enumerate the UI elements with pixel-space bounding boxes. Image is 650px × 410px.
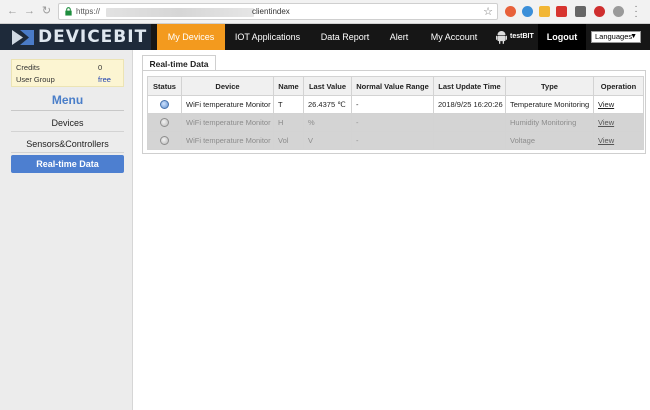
forward-arrow-icon[interactable]: →	[23, 5, 36, 18]
menu-divider	[11, 110, 124, 111]
offline-status-icon	[160, 136, 169, 146]
type-cell: Temperature Monitoring	[505, 95, 594, 114]
column-header: Device	[181, 76, 274, 96]
range-cell: -	[351, 131, 434, 150]
username-label[interactable]: testBIT	[510, 24, 534, 50]
tab-my-account[interactable]: My Account	[425, 24, 483, 50]
bookmark-star-icon[interactable]: ☆	[483, 5, 493, 18]
column-header: Last Value	[303, 76, 352, 96]
credits-row: Credits 0	[16, 63, 120, 72]
column-header: Type	[505, 76, 594, 96]
user-group-value[interactable]: free	[98, 75, 111, 84]
realtime-data-table: Status Device Name Last Value Normal Val…	[147, 76, 644, 150]
view-link[interactable]: View	[598, 100, 614, 109]
language-select[interactable]: Languages ▼	[591, 31, 641, 43]
extension-icon[interactable]	[522, 6, 533, 17]
operation-cell: View	[593, 113, 644, 132]
logo-text: DEVICEBIT	[38, 27, 148, 47]
logo[interactable]: DEVICEBIT	[0, 24, 151, 50]
status-cell	[147, 131, 182, 150]
device-cell: WiFi temperature Monitor	[181, 95, 274, 114]
type-cell: Voltage	[505, 131, 594, 150]
table-row: WiFi temperature Monitor Vol V - Voltage…	[147, 131, 644, 150]
user-group-label: User Group	[16, 75, 55, 84]
credits-value: 0	[98, 63, 103, 72]
app-header: DEVICEBIT My Devices IOT Applications Da…	[0, 24, 650, 50]
view-link[interactable]: View	[598, 118, 614, 127]
device-cell: WiFi temperature Monitor	[181, 113, 274, 132]
back-arrow-icon[interactable]: ←	[6, 5, 19, 18]
name-cell: Vol	[273, 131, 304, 150]
panel-title: Real-time Data	[142, 55, 216, 71]
last-value-cell: 26.4375 ℃	[303, 95, 352, 114]
range-cell: -	[351, 95, 434, 114]
sidebar-item-devices[interactable]: Devices	[11, 114, 124, 132]
table-row: WiFi temperature Monitor H % - Humidity …	[147, 113, 644, 132]
type-cell: Humidity Monitoring	[505, 113, 594, 132]
address-bar[interactable]: https:// clientindex ☆	[58, 3, 498, 20]
extension-icon[interactable]	[556, 6, 567, 17]
sidebar: Credits 0 User Group free Menu Devices S…	[0, 50, 133, 410]
table-header-row: Status Device Name Last Value Normal Val…	[147, 76, 644, 96]
credits-label: Credits	[16, 63, 40, 72]
logout-button[interactable]: Logout	[538, 24, 586, 50]
last-value-cell: %	[303, 113, 352, 132]
browser-toolbar: ← → ↻ https:// clientindex ☆ · · ·	[0, 0, 650, 24]
extension-icon[interactable]	[575, 6, 586, 17]
dropdown-caret-icon: ▼	[630, 33, 637, 40]
range-cell: -	[351, 113, 434, 132]
browser-menu-icon[interactable]: · · ·	[633, 2, 639, 22]
url-path: clientindex	[252, 7, 290, 16]
tab-data-report[interactable]: Data Report	[315, 24, 375, 50]
column-header: Normal Value Range	[351, 76, 434, 96]
reload-icon[interactable]: ↻	[40, 5, 53, 18]
devicebit-logo-icon	[12, 30, 34, 45]
realtime-data-panel: Status Device Name Last Value Normal Val…	[142, 70, 646, 154]
view-link[interactable]: View	[598, 136, 614, 145]
operation-cell: View	[593, 95, 644, 114]
name-cell: H	[273, 113, 304, 132]
column-header: Name	[273, 76, 304, 96]
language-label: Languages	[595, 32, 633, 41]
menu-title: Menu	[51, 93, 84, 107]
online-status-icon	[160, 100, 169, 110]
user-group-row: User Group free	[16, 75, 120, 84]
extension-icon[interactable]	[594, 6, 605, 17]
status-cell	[147, 95, 182, 114]
updated-cell	[433, 131, 506, 150]
sidebar-item-realtime-data[interactable]: Real-time Data	[11, 155, 124, 173]
last-value-cell: V	[303, 131, 352, 150]
url-scheme: https://	[76, 7, 101, 16]
extension-icon[interactable]	[539, 6, 550, 17]
column-header: Status	[147, 76, 182, 96]
status-cell	[147, 113, 182, 132]
column-header: Last Update Time	[433, 76, 506, 96]
column-header: Operation	[593, 76, 644, 96]
extension-icon[interactable]	[613, 6, 624, 17]
android-icon	[496, 31, 507, 44]
url-redacted	[106, 8, 254, 17]
sidebar-item-sensors-controllers[interactable]: Sensors&Controllers	[11, 135, 124, 153]
offline-status-icon	[160, 118, 169, 128]
updated-cell	[433, 113, 506, 132]
tab-my-devices[interactable]: My Devices	[157, 24, 225, 50]
tab-iot-applications[interactable]: IOT Applications	[228, 24, 307, 50]
account-summary: Credits 0 User Group free	[11, 59, 124, 87]
operation-cell: View	[593, 131, 644, 150]
updated-cell: 2018/9/25 16:20:26	[433, 95, 506, 114]
device-cell: WiFi temperature Monitor	[181, 131, 274, 150]
tab-alert[interactable]: Alert	[382, 24, 416, 50]
table-row: WiFi temperature Monitor T 26.4375 ℃ - 2…	[147, 95, 644, 114]
extension-icon[interactable]	[505, 6, 516, 17]
lock-icon	[65, 7, 72, 16]
name-cell: T	[273, 95, 304, 114]
